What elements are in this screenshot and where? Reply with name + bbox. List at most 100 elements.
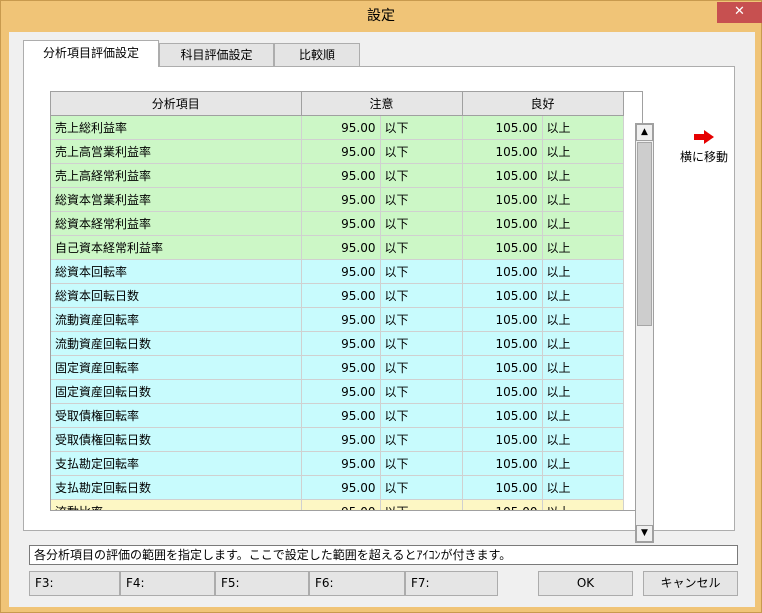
table-row[interactable]: 固定資産回転率 95.00 以下 105.00 以上 [51,355,624,380]
table-row[interactable]: 総資本営業利益率 95.00 以下 105.00 以上 [51,187,624,212]
cell-good-condition[interactable]: 以上 [542,331,624,356]
scroll-down-button[interactable]: ▼ [636,525,653,542]
cell-caution-value[interactable]: 95.00 [301,187,381,212]
cell-good-condition[interactable]: 以上 [542,427,624,452]
tab-account-evaluation[interactable]: 科目評価設定 [159,43,274,66]
cell-good-condition[interactable]: 以上 [542,211,624,236]
cell-good-condition[interactable]: 以上 [542,307,624,332]
cell-caution-value[interactable]: 95.00 [301,331,381,356]
cell-caution-condition[interactable]: 以下 [380,139,463,164]
cell-caution-condition[interactable]: 以下 [380,331,463,356]
cell-good-value[interactable]: 105.00 [462,115,543,140]
move-horizontal-label[interactable]: 横に移動 [664,148,744,165]
cell-caution-value[interactable]: 95.00 [301,355,381,380]
cell-good-condition[interactable]: 以上 [542,115,624,140]
cell-good-condition[interactable]: 以上 [542,259,624,284]
table-row[interactable]: 流動資産回転日数 95.00 以下 105.00 以上 [51,331,624,356]
vertical-scrollbar[interactable]: ▲ ▼ [635,123,654,543]
cell-caution-condition[interactable]: 以下 [380,187,463,212]
cell-item-name[interactable]: 支払勘定回転日数 [51,475,302,500]
cell-good-condition[interactable]: 以上 [542,451,624,476]
cell-good-condition[interactable]: 以上 [542,379,624,404]
cell-caution-condition[interactable]: 以下 [380,427,463,452]
tab-comparison-order[interactable]: 比較順 [274,43,360,66]
cell-good-condition[interactable]: 以上 [542,187,624,212]
cell-good-value[interactable]: 105.00 [462,163,543,188]
cell-caution-condition[interactable]: 以下 [380,211,463,236]
table-row[interactable]: 売上高経常利益率 95.00 以下 105.00 以上 [51,163,624,188]
table-row[interactable]: 売上総利益率 95.00 以下 105.00 以上 [51,115,624,140]
cell-caution-condition[interactable]: 以下 [380,451,463,476]
cell-good-condition[interactable]: 以上 [542,283,624,308]
cell-caution-condition[interactable]: 以下 [380,163,463,188]
cell-good-value[interactable]: 105.00 [462,283,543,308]
cell-good-value[interactable]: 105.00 [462,379,543,404]
cell-item-name[interactable]: 流動資産回転日数 [51,331,302,356]
table-row[interactable]: 固定資産回転日数 95.00 以下 105.00 以上 [51,379,624,404]
cell-good-value[interactable]: 105.00 [462,307,543,332]
cell-caution-value[interactable]: 95.00 [301,139,381,164]
cell-item-name[interactable]: 総資本回転日数 [51,283,302,308]
cell-caution-condition[interactable]: 以下 [380,403,463,428]
cell-item-name[interactable]: 売上総利益率 [51,115,302,140]
cancel-button[interactable]: キャンセル [643,571,738,596]
tab-analysis-evaluation[interactable]: 分析項目評価設定 [23,40,159,67]
horizontal-move-control[interactable]: 横に移動 [664,130,744,165]
cell-good-condition[interactable]: 以上 [542,475,624,500]
cell-item-name[interactable]: 総資本営業利益率 [51,187,302,212]
column-header-caution[interactable]: 注意 [301,92,463,116]
cell-caution-value[interactable]: 95.00 [301,379,381,404]
table-row[interactable]: 流動資産回転率 95.00 以下 105.00 以上 [51,307,624,332]
right-arrow-icon[interactable] [693,130,715,144]
cell-caution-condition[interactable]: 以下 [380,307,463,332]
table-row[interactable]: 流動比率95.00以下105.00以上 [51,499,624,510]
cell-caution-value[interactable]: 95.00 [301,235,381,260]
cell-good-value[interactable]: 105.00 [462,331,543,356]
cell-good-condition[interactable]: 以上 [542,139,624,164]
table-row[interactable]: 総資本経常利益率 95.00 以下 105.00 以上 [51,211,624,236]
cell-good-value[interactable]: 105.00 [462,139,543,164]
cell-item-name[interactable]: 支払勘定回転率 [51,451,302,476]
cell-caution-value[interactable]: 95.00 [301,259,381,284]
cell-caution-condition[interactable]: 以下 [380,475,463,500]
column-header-item[interactable]: 分析項目 [51,92,302,116]
cell-item-name[interactable]: 流動比率 [51,499,302,510]
cell-caution-value[interactable]: 95.00 [301,451,381,476]
cell-item-name[interactable]: 自己資本経常利益率 [51,235,302,260]
cell-caution-condition[interactable]: 以下 [380,379,463,404]
cell-good-value[interactable]: 105.00 [462,259,543,284]
cell-item-name[interactable]: 固定資産回転率 [51,355,302,380]
cell-caution-value[interactable]: 95.00 [301,211,381,236]
cell-good-value[interactable]: 105.00 [462,475,543,500]
cell-item-name[interactable]: 受取債権回転率 [51,403,302,428]
cell-item-name[interactable]: 固定資産回転日数 [51,379,302,404]
cell-good-value[interactable]: 105.00 [462,235,543,260]
cell-caution-condition[interactable]: 以下 [380,259,463,284]
cell-item-name[interactable]: 売上高営業利益率 [51,139,302,164]
cell-good-condition[interactable]: 以上 [542,163,624,188]
cell-good-value[interactable]: 105.00 [462,451,543,476]
cell-good-value[interactable]: 105.00 [462,187,543,212]
table-row[interactable]: 売上高営業利益率 95.00 以下 105.00 以上 [51,139,624,164]
f7-button[interactable]: F7: [405,571,498,596]
cell-caution-value[interactable]: 95.00 [301,475,381,500]
cell-item-name[interactable]: 流動資産回転率 [51,307,302,332]
cell-caution-value[interactable]: 95.00 [301,115,381,140]
evaluation-grid[interactable]: 分析項目 注意 良好 売上総利益率 95.00 以下 105.00 以上 売上高営業利益率… [50,91,643,511]
cell-good-condition[interactable]: 以上 [542,235,624,260]
cell-caution-value[interactable]: 95.00 [301,403,381,428]
cell-caution-condition[interactable]: 以下 [380,283,463,308]
cell-caution-value[interactable]: 95.00 [301,499,381,510]
title-bar[interactable]: 設定 ✕ [1,1,762,32]
cell-item-name[interactable]: 売上高経常利益率 [51,163,302,188]
table-row[interactable]: 自己資本経常利益率 95.00 以下 105.00 以上 [51,235,624,260]
cell-item-name[interactable]: 受取債権回転日数 [51,427,302,452]
f5-button[interactable]: F5: [215,571,309,596]
cell-good-value[interactable]: 105.00 [462,427,543,452]
cell-caution-value[interactable]: 95.00 [301,427,381,452]
cell-caution-condition[interactable]: 以下 [380,115,463,140]
cell-caution-value[interactable]: 95.00 [301,307,381,332]
table-row[interactable]: 受取債権回転率 95.00 以下 105.00 以上 [51,403,624,428]
close-button[interactable]: ✕ [717,2,762,23]
cell-caution-condition[interactable]: 以下 [380,355,463,380]
